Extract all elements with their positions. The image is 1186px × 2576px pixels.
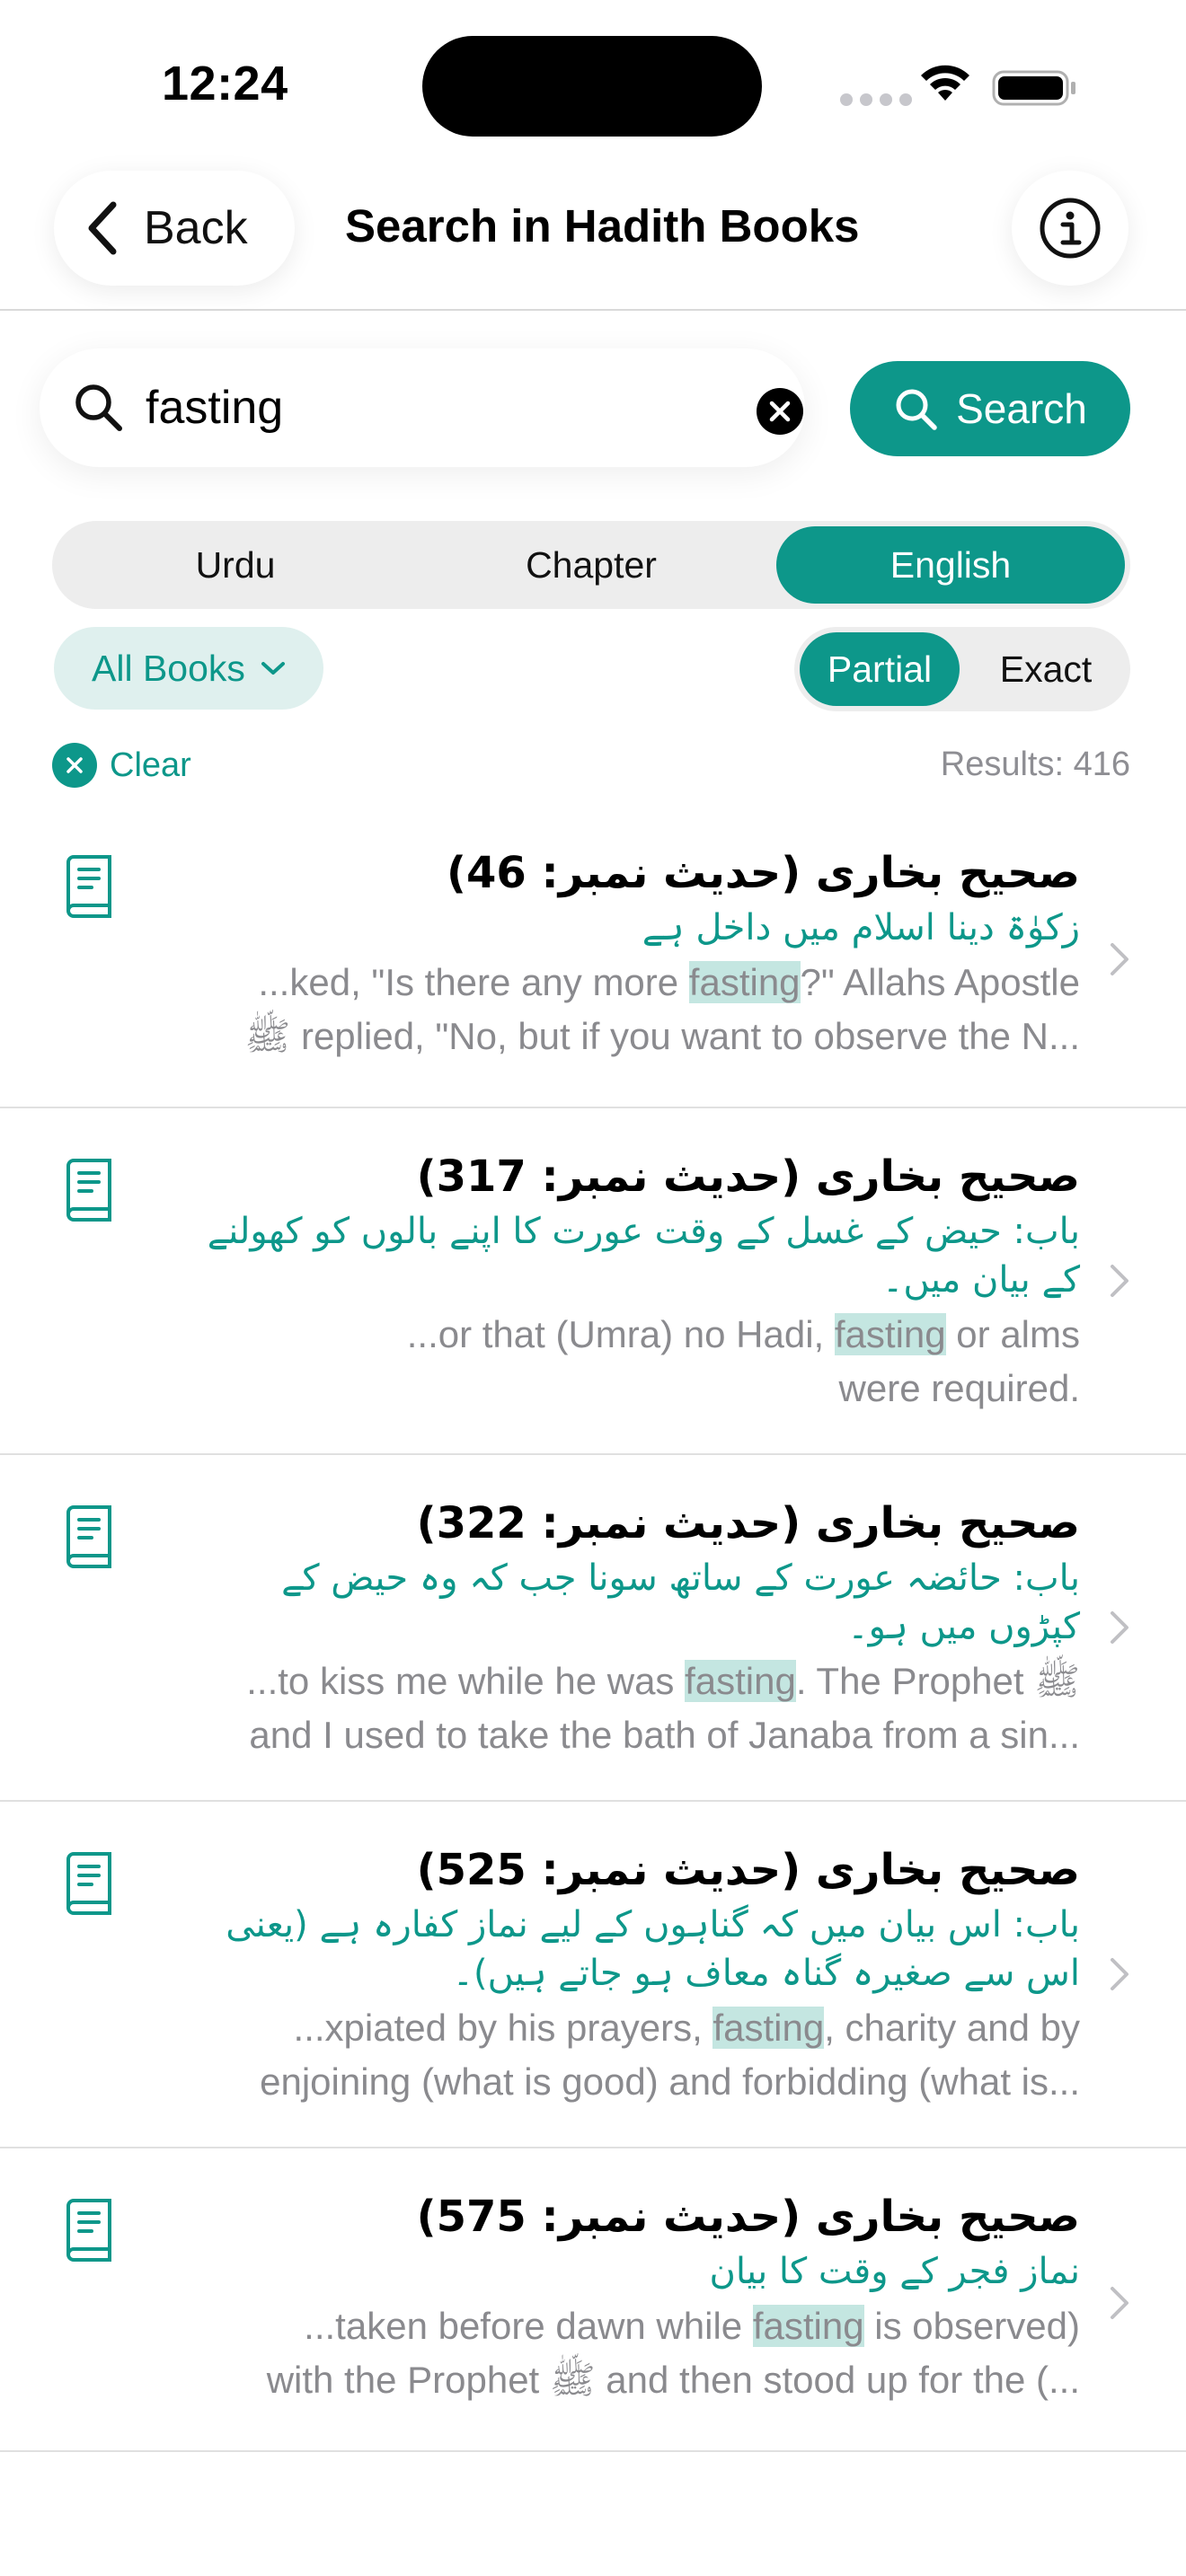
result-snippet-line2: with the Prophet ﷺ and then stood up for…	[266, 2359, 1080, 2401]
snippet-text: ...or that (Umra) no Hadi,	[406, 1313, 835, 1355]
tab-urdu[interactable]: Urdu	[58, 526, 413, 604]
result-title: صحیح بخاری (حدیث نمبر: 46)	[447, 848, 1080, 898]
book-icon	[66, 1159, 111, 1222]
result-title: صحیح بخاری (حدیث نمبر: 525)	[416, 1845, 1080, 1895]
clear-button[interactable]: Clear	[52, 742, 191, 789]
snippet-text: ...xpiated by his prayers,	[293, 2007, 713, 2049]
result-snippet: ...or that (Umra) no Hadi, fasting or al…	[181, 1308, 1080, 1362]
clear-search-icon[interactable]	[757, 388, 803, 435]
result-snippet: ...taken before dawn while fasting is ob…	[181, 2299, 1080, 2353]
result-snippet-line2: ﷺ replied, "No, but if you want to obser…	[244, 1015, 1080, 1057]
chevron-right-icon	[1111, 943, 1128, 975]
match-exact[interactable]: Exact	[967, 632, 1125, 706]
snippet-text: ?" Allahs Apostle	[800, 961, 1080, 1003]
search-input[interactable]	[146, 372, 721, 444]
page-title: Search in Hadith Books	[345, 200, 860, 251]
result-snippet: ...ked, "Is there any more fasting?" All…	[181, 956, 1080, 1010]
result-chapter: باب: حائضہ عورت کے ساتھ سونا جب کہ وہ حی…	[281, 1557, 1080, 1647]
search-icon	[896, 389, 937, 430]
result-snippet: ...xpiated by his prayers, fasting, char…	[181, 2001, 1080, 2055]
snippet-highlight: fasting	[834, 1313, 946, 1355]
results-count: Results: 416	[940, 745, 1130, 783]
snippet-text: ...to kiss me while he was	[246, 1660, 686, 1702]
navigation-bar: Back Search in Hadith Books	[0, 171, 1186, 311]
battery-icon	[992, 70, 1075, 106]
wifi-icon	[921, 65, 969, 101]
dynamic-island	[422, 36, 762, 137]
search-field[interactable]	[40, 348, 805, 467]
snippet-text: , charity and by	[824, 2007, 1080, 2049]
result-title: صحیح بخاری (حدیث نمبر: 322)	[416, 1498, 1080, 1548]
chevron-right-icon	[1111, 1265, 1128, 1297]
book-icon	[66, 1505, 111, 1568]
match-mode-toggle: Partial Exact	[794, 627, 1130, 711]
snippet-highlight: fasting	[752, 2305, 864, 2347]
back-label: Back	[144, 202, 248, 254]
all-books-label: All Books	[92, 647, 245, 689]
book-icon	[66, 2199, 111, 2262]
result-row[interactable]: صحیح بخاری (حدیث نمبر: 322) باب: حائضہ ع…	[0, 1455, 1186, 1802]
back-chevron-icon	[88, 201, 117, 255]
back-button[interactable]: Back	[54, 171, 295, 286]
clear-label: Clear	[110, 745, 191, 784]
snippet-text: is observed)	[863, 2305, 1080, 2347]
result-snippet-line2: and I used to take the bath of Janaba fr…	[249, 1714, 1080, 1756]
match-partial[interactable]: Partial	[800, 632, 960, 706]
book-icon	[66, 1852, 111, 1915]
snippet-text: ...ked, "Is there any more	[258, 961, 689, 1003]
chevron-right-icon	[1111, 1611, 1128, 1644]
book-icon	[66, 855, 111, 918]
result-chapter: زکوٰۃ دینا اسلام میں داخل ہے	[642, 907, 1080, 948]
search-button-label: Search	[956, 385, 1087, 432]
language-segmented-control: Urdu Chapter English	[52, 521, 1130, 609]
chevron-down-icon	[261, 662, 285, 675]
snippet-highlight: fasting	[712, 2007, 825, 2049]
result-chapter: باب: حیض کے غسل کے وقت عورت کا اپنے بالو…	[207, 1211, 1080, 1301]
clear-icon	[52, 743, 97, 788]
result-snippet: ...to kiss me while he was fasting. The …	[181, 1654, 1080, 1708]
cellular-signal-icon	[840, 93, 912, 106]
snippet-highlight: fasting	[688, 961, 801, 1003]
result-snippet-line2: were required.	[838, 1367, 1080, 1409]
status-bar: 12:24	[0, 0, 1186, 171]
snippet-text: ...taken before dawn while	[304, 2305, 753, 2347]
info-icon	[1040, 198, 1101, 259]
results-list: صحیح بخاری (حدیث نمبر: 46) زکوٰۃ دینا اس…	[0, 805, 1186, 2452]
result-row[interactable]: صحیح بخاری (حدیث نمبر: 525) باب: اس بیان…	[0, 1802, 1186, 2148]
result-chapter: نماز فجر کے وقت کا بیان	[709, 2251, 1080, 2292]
snippet-text: or alms	[945, 1313, 1080, 1355]
all-books-dropdown[interactable]: All Books	[54, 627, 323, 710]
info-button[interactable]	[1012, 171, 1128, 286]
search-icon	[75, 384, 122, 431]
result-row[interactable]: صحیح بخاری (حدیث نمبر: 317) باب: حیض کے …	[0, 1108, 1186, 1455]
result-title: صحیح بخاری (حدیث نمبر: 317)	[416, 1151, 1080, 1202]
tab-english[interactable]: English	[776, 526, 1125, 604]
result-chapter: باب: اس بیان میں کہ گناہوں کے لیے نماز ک…	[226, 1904, 1080, 1994]
result-title: صحیح بخاری (حدیث نمبر: 575)	[416, 2192, 1080, 2242]
result-row[interactable]: صحیح بخاری (حدیث نمبر: 575) نماز فجر کے …	[0, 2148, 1186, 2452]
chevron-right-icon	[1111, 1958, 1128, 1990]
chevron-right-icon	[1111, 2287, 1128, 2319]
status-time: 12:24	[162, 57, 288, 110]
result-row[interactable]: صحیح بخاری (حدیث نمبر: 46) زکوٰۃ دینا اس…	[0, 805, 1186, 1108]
snippet-text: . The Prophet ﷺ	[795, 1660, 1080, 1702]
result-snippet-line2: enjoining (what is good) and forbidding …	[260, 2060, 1080, 2103]
tab-chapter[interactable]: Chapter	[413, 526, 769, 604]
snippet-highlight: fasting	[685, 1660, 796, 1702]
search-button[interactable]: Search	[850, 361, 1130, 456]
